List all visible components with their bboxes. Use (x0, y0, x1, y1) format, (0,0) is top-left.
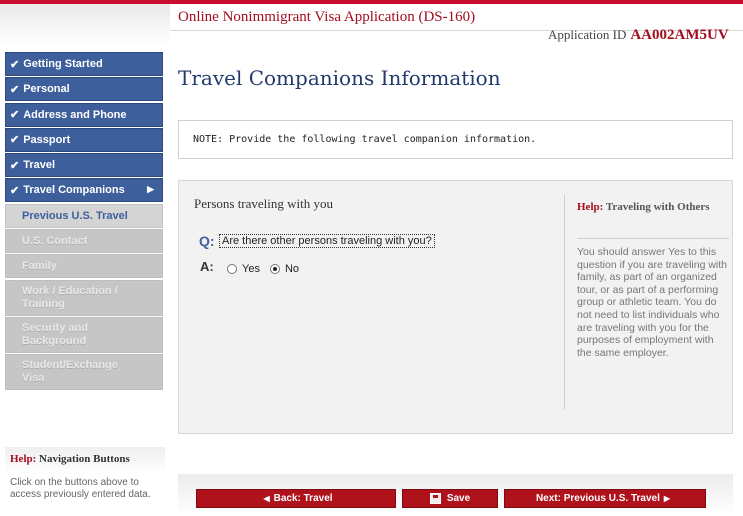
sidebar-item-student-exchange-visa: Student/Exchange Visa (5, 354, 163, 391)
check-icon: ✔ (10, 184, 20, 197)
check-icon: ✔ (10, 83, 20, 96)
help-label: Help: (10, 453, 37, 465)
logo-area (0, 4, 170, 46)
app-title: Online Nonimmigrant Visa Application (DS… (178, 9, 476, 25)
help-nav-title: Help: Navigation Buttons (10, 453, 160, 465)
application-id-label: Application ID (548, 27, 627, 42)
radio-yes[interactable] (227, 264, 237, 274)
sidebar-item-work-education-training: Work / Education / Training (5, 279, 163, 316)
check-icon: ✔ (10, 109, 20, 122)
question-label: Q: (199, 233, 215, 249)
application-id-value: AA002AM5UV (630, 27, 729, 43)
help-nav-heading: Navigation Buttons (39, 453, 130, 465)
back-button-label: Back: Travel (273, 493, 333, 504)
radio-no-label[interactable]: No (285, 263, 299, 275)
help-side-title: Help: Traveling with Others (577, 195, 729, 239)
sidebar-item-getting-started[interactable]: ✔ Getting Started (5, 52, 163, 76)
sidebar-item-passport[interactable]: ✔ Passport (5, 127, 163, 152)
sidebar-item-security-and-background: Security and Background (5, 316, 163, 353)
back-button[interactable]: ◀ Back: Travel (196, 489, 396, 508)
save-button[interactable]: Save (402, 489, 498, 508)
traveling-with-others-radio-group: Yes No (227, 263, 309, 275)
sidebar-item-label: Family (22, 260, 57, 273)
arrow-left-icon: ◀ (263, 494, 270, 503)
check-icon: ✔ (10, 159, 20, 172)
sidebar-item-label: U.S. Contact (22, 235, 88, 248)
sidebar-item-us-contact: U.S. Contact (5, 229, 163, 254)
next-button-label: Next: Previous U.S. Travel (535, 493, 660, 504)
save-button-label: Save (446, 493, 471, 504)
sidebar-item-label: Passport (23, 133, 71, 146)
page-title: Travel Companions Information (178, 66, 501, 90)
sidebar-item-previous-us-travel[interactable]: Previous U.S. Travel (5, 203, 163, 228)
check-icon: ✔ (10, 58, 20, 71)
sidebar-item-label: Address and Phone (23, 108, 127, 121)
question-text: Are there other persons traveling with y… (219, 234, 435, 248)
sidebar-item-label: Work / Education / Training (22, 284, 118, 310)
form-panel: Persons traveling with you Q: Are there … (178, 180, 733, 434)
help-nav-text: Click on the buttons above to access pre… (10, 477, 151, 500)
application-id: Application ID AA002AM5UV (548, 27, 729, 44)
section-title: Persons traveling with you (194, 196, 334, 211)
note-box: NOTE: Provide the following travel compa… (178, 120, 733, 159)
sidebar-item-label: Getting Started (23, 58, 103, 70)
sidebar-item-label: Travel (23, 159, 56, 172)
arrow-right-icon: ▶ (147, 184, 154, 195)
sidebar-item-address-and-phone[interactable]: ✔ Address and Phone (5, 102, 163, 127)
arrow-right-icon: ▶ (663, 494, 671, 503)
sidebar-item-label: Previous U.S. Travel (22, 209, 128, 222)
sidebar-item-travel-companions[interactable]: ✔ Travel Companions ▶ (5, 178, 163, 203)
sidebar-item-label: Personal (23, 83, 70, 96)
check-icon: ✔ (10, 134, 20, 147)
sidebar-item-personal[interactable]: ✔ Personal (5, 77, 163, 102)
help-label: Help: (577, 201, 604, 213)
sidebar-nav: ✔ Getting Started ✔ Personal ✔ Address a… (5, 52, 163, 392)
answer-label: A: (200, 259, 214, 274)
help-side-heading: Traveling with Others (605, 201, 710, 213)
sidebar-item-family: Family (5, 254, 163, 279)
next-button[interactable]: Next: Previous U.S. Travel ▶ (504, 489, 706, 508)
navigation-button-bar: ◀ Back: Travel Save Next: Previous U.S. … (178, 474, 733, 516)
help-traveling-with-others: Help: Traveling with Others You should a… (564, 195, 729, 410)
radio-no[interactable] (269, 264, 280, 274)
sidebar-item-label: Travel Companions (23, 184, 125, 197)
floppy-disk-icon (429, 493, 441, 504)
radio-yes-label[interactable]: Yes (242, 263, 260, 275)
sidebar-item-travel[interactable]: ✔ Travel (5, 153, 163, 178)
sidebar-item-label: Security and Background (22, 321, 89, 347)
sidebar-item-label: Student/Exchange Visa (22, 359, 118, 385)
help-navigation-buttons: Help: Navigation Buttons Click on the bu… (5, 447, 165, 516)
help-side-text: You should answer Yes to this question i… (577, 246, 727, 359)
